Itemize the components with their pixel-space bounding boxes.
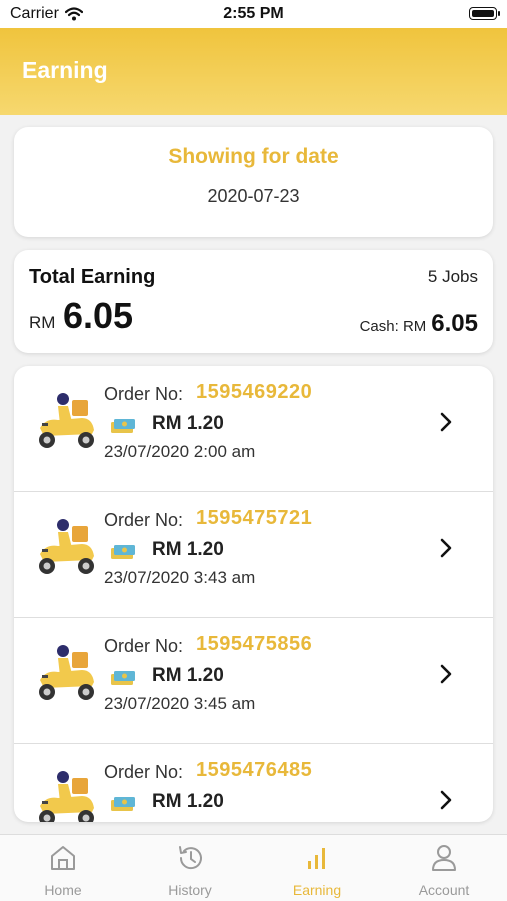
- status-time: 2:55 PM: [223, 5, 284, 22]
- cash-icon: [111, 671, 135, 685]
- order-row[interactable]: Order No: 1595475856 RM 1.20 23/07/2020 …: [14, 618, 493, 744]
- order-datetime: 23/07/2020 3:43 am: [104, 568, 256, 587]
- tab-home[interactable]: Home: [0, 835, 126, 901]
- order-number-label: Order No:: [104, 510, 184, 530]
- home-icon: [51, 846, 75, 870]
- tab-earning-label: Earning: [292, 882, 342, 898]
- order-number: 1595475721: [196, 507, 313, 529]
- tab-history-label: History: [168, 882, 212, 898]
- order-amount: RM 1.20: [152, 791, 224, 812]
- tab-history[interactable]: History: [127, 835, 253, 901]
- order-row[interactable]: Order No: 1595469220 RM 1.20 23/07/2020 …: [14, 366, 493, 492]
- bottom-tab-bar: Home History Earning Account: [0, 834, 507, 901]
- chevron-right-icon[interactable]: [439, 411, 453, 433]
- chevron-right-icon[interactable]: [439, 789, 453, 811]
- total-earning-label: Total Earning: [29, 266, 156, 288]
- delivery-scooter-icon: [39, 645, 94, 700]
- order-amount: RM 1.20: [152, 539, 224, 560]
- jobs-count: 5 Jobs: [427, 267, 478, 286]
- order-number-label: Order No:: [104, 384, 184, 404]
- order-number: 1595469220: [196, 381, 313, 403]
- tab-account[interactable]: Account: [381, 835, 507, 901]
- order-number: 1595475856: [196, 633, 313, 655]
- user-icon: [432, 845, 456, 871]
- delivery-scooter-icon: [39, 519, 94, 574]
- total-earning-card: Total Earning 5 Jobs RM 6.05 Cash: RM 6.…: [14, 250, 493, 353]
- selected-date[interactable]: 2020-07-23: [14, 186, 493, 207]
- cash-amount: 6.05: [431, 310, 478, 337]
- orders-list: Order No: 1595469220 RM 1.20 23/07/2020 …: [14, 366, 493, 822]
- date-card-title: Showing for date: [168, 145, 339, 168]
- order-amount: RM 1.20: [152, 665, 224, 686]
- order-datetime: 23/07/2020 2:00 am: [104, 442, 256, 461]
- order-row[interactable]: Order No: 1595475721 RM 1.20 23/07/2020 …: [14, 492, 493, 618]
- currency-label: RM: [29, 313, 56, 332]
- tab-earning[interactable]: Earning: [254, 835, 380, 901]
- status-bar: Carrier 2:55 PM: [0, 0, 507, 28]
- bar-chart-icon: [308, 848, 325, 869]
- delivery-scooter-icon: [39, 393, 94, 448]
- history-icon: [179, 846, 202, 870]
- order-row[interactable]: Order No: 1595476485 RM 1.20: [14, 744, 493, 822]
- date-card: Showing for date 2020-07-23: [14, 127, 493, 237]
- tab-account-label: Account: [418, 882, 470, 898]
- order-number-label: Order No:: [104, 636, 184, 656]
- cash-icon: [111, 797, 135, 811]
- battery-icon: [469, 7, 500, 20]
- cash-icon: [111, 545, 135, 559]
- cash-label: Cash: RM: [359, 318, 427, 335]
- page-title: Earning: [22, 57, 108, 83]
- total-amount: 6.05: [63, 295, 134, 336]
- chevron-right-icon[interactable]: [439, 663, 453, 685]
- order-number-label: Order No:: [104, 762, 184, 782]
- order-number: 1595476485: [196, 759, 313, 781]
- delivery-scooter-icon: [39, 771, 94, 822]
- tab-home-label: Home: [44, 882, 82, 898]
- chevron-right-icon[interactable]: [439, 537, 453, 559]
- app-header: Earning: [0, 28, 507, 115]
- cash-icon: [111, 419, 135, 433]
- order-amount: RM 1.20: [152, 413, 224, 434]
- order-datetime: 23/07/2020 3:45 am: [104, 694, 256, 713]
- cash-summary: Cash: RM 6.05: [360, 310, 478, 338]
